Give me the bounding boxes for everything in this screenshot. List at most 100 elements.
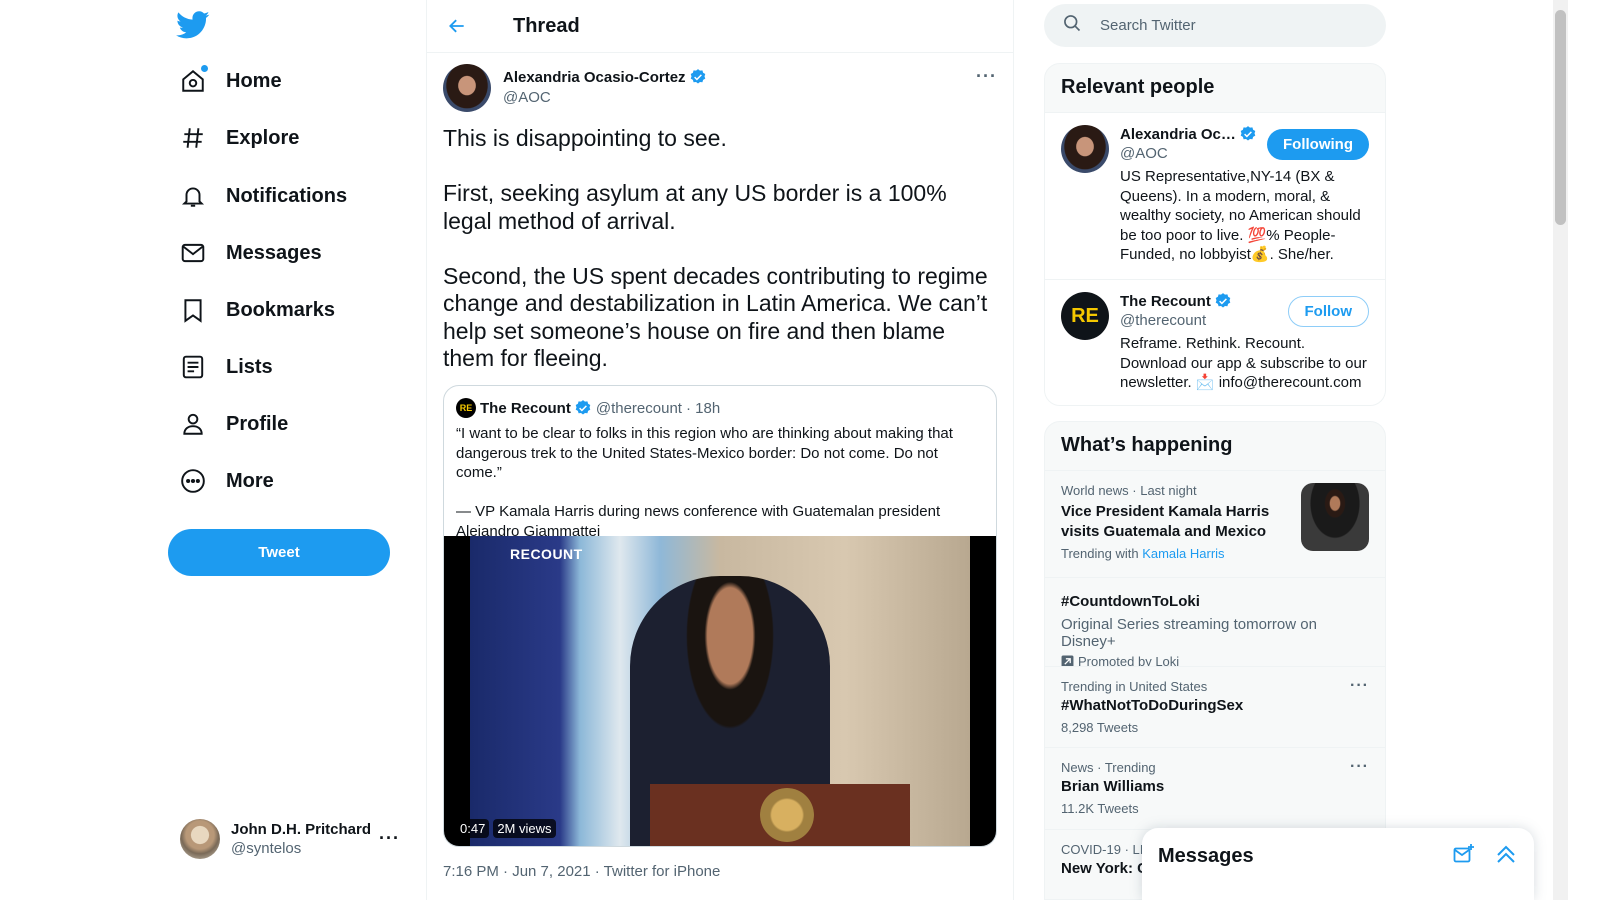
avatar: RE bbox=[456, 398, 476, 418]
video-duration: 0:47 bbox=[456, 819, 490, 838]
video-thumbnail: RECOUNT bbox=[470, 536, 970, 846]
person-bio: Reframe. Rethink. Recount. Download our … bbox=[1120, 335, 1367, 391]
person-card[interactable]: Alexandria Oc… @AOC US Representative,NY… bbox=[1045, 112, 1385, 279]
thread-header: Thread bbox=[427, 0, 1013, 53]
scrollbar[interactable] bbox=[1553, 0, 1568, 900]
nav-label: Bookmarks bbox=[226, 298, 335, 321]
nav-label: Lists bbox=[226, 355, 273, 378]
panel-title: What’s happening bbox=[1061, 434, 1233, 456]
panel-title: Relevant people bbox=[1061, 76, 1215, 98]
trend-title: Vice President Kamala Harris visits Guat… bbox=[1061, 503, 1270, 540]
avatar bbox=[180, 819, 220, 859]
quoted-tweet[interactable]: RE The Recount @therecount · 18h “I want… bbox=[443, 385, 997, 847]
trend-item[interactable]: #CountdownToLoki Original Series streami… bbox=[1045, 577, 1385, 669]
video-views: 2M views bbox=[493, 819, 556, 838]
trend-title: #CountdownToLoki bbox=[1061, 593, 1200, 610]
twitter-bird-icon[interactable] bbox=[176, 8, 210, 42]
avatar[interactable]: RE bbox=[1061, 292, 1109, 340]
notification-dot bbox=[201, 65, 208, 72]
author-handle[interactable]: @AOC bbox=[503, 89, 707, 106]
search-bar[interactable] bbox=[1044, 4, 1386, 47]
trend-description: Original Series streaming tomorrow on Di… bbox=[1061, 616, 1317, 650]
bell-icon bbox=[180, 183, 206, 209]
video-watermark: RECOUNT bbox=[510, 546, 583, 562]
more-dots-icon[interactable]: ··· bbox=[1350, 677, 1369, 695]
person-name[interactable]: The Recount bbox=[1120, 293, 1211, 310]
trend-item[interactable]: News · Trending Brian Williams 11.2K Twe… bbox=[1045, 747, 1385, 829]
relevant-people-panel: Relevant people Alexandria Oc… @AOC US R… bbox=[1044, 63, 1386, 406]
tweet-timestamp[interactable]: 7:16 PM · Jun 7, 2021 · Twitter for iPho… bbox=[443, 863, 720, 880]
trend-thumbnail bbox=[1301, 483, 1369, 551]
person-icon bbox=[180, 411, 206, 437]
nav-bookmarks[interactable]: Bookmarks bbox=[168, 285, 347, 335]
nav-notifications[interactable]: Notifications bbox=[168, 171, 359, 221]
quote-author-handle: @therecount bbox=[595, 399, 682, 417]
scrollbar-thumb[interactable] bbox=[1555, 10, 1566, 225]
expand-chevron-icon[interactable] bbox=[1494, 842, 1518, 871]
nav-profile[interactable]: Profile bbox=[168, 399, 300, 449]
nav-explore[interactable]: Explore bbox=[168, 113, 311, 163]
trend-count: 8,298 Tweets bbox=[1061, 720, 1139, 735]
seal-emblem bbox=[760, 788, 814, 842]
follow-button[interactable]: Follow bbox=[1287, 296, 1369, 327]
search-icon bbox=[1062, 13, 1082, 38]
more-dots-icon[interactable]: ··· bbox=[976, 66, 997, 87]
tweet-author: Alexandria Ocasio-Cortez @AOC bbox=[443, 64, 707, 112]
tweet-body: This is disappointing to see. First, see… bbox=[443, 125, 999, 400]
account-display-name: John D.H. Pritchard bbox=[231, 821, 372, 838]
avatar[interactable] bbox=[443, 64, 491, 112]
tweet-paragraph: First, seeking asylum at any US border i… bbox=[443, 180, 947, 234]
quote-author-name: The Recount bbox=[480, 399, 571, 417]
drawer-title: Messages bbox=[1158, 844, 1254, 867]
page-title: Thread bbox=[513, 14, 580, 37]
video-player[interactable]: RECOUNT 0:47 2M views bbox=[444, 536, 996, 846]
quote-time: · 18h bbox=[685, 399, 721, 417]
trend-title: Brian Williams bbox=[1061, 778, 1165, 795]
account-handle: @syntelos bbox=[231, 840, 302, 857]
trend-item[interactable]: Trending in United States #WhatNotToDoDu… bbox=[1045, 666, 1385, 747]
divider bbox=[1013, 0, 1014, 900]
thread-column: Thread Alexandria Ocasio-Cortez @AOC ···… bbox=[427, 0, 1013, 900]
trend-meta: News · Trending bbox=[1061, 760, 1156, 775]
tweet-paragraph: This is disappointing to see. bbox=[443, 125, 727, 151]
hashtag-icon bbox=[180, 125, 206, 151]
author-name[interactable]: Alexandria Ocasio-Cortez bbox=[503, 69, 686, 86]
person-bio: US Representative,NY-14 (BX & Queens). I… bbox=[1120, 168, 1361, 263]
verified-badge-icon bbox=[690, 69, 705, 84]
person-card[interactable]: RE The Recount @therecount Reframe. Reth… bbox=[1045, 279, 1385, 405]
quote-paragraph: “I want to be clear to folks in this reg… bbox=[456, 425, 953, 481]
trend-link[interactable]: Kamala Harris bbox=[1142, 546, 1224, 561]
verified-badge-icon bbox=[1240, 126, 1256, 141]
left-navigation: Home Explore Notifications Messages Book… bbox=[168, 0, 426, 900]
new-message-icon[interactable] bbox=[1452, 842, 1476, 871]
tweet-paragraph: Second, the US spent decades contributin… bbox=[443, 262, 988, 372]
nav-home[interactable]: Home bbox=[168, 56, 294, 106]
search-input[interactable] bbox=[1100, 17, 1360, 34]
avatar[interactable] bbox=[1061, 125, 1109, 173]
more-circle-icon bbox=[180, 468, 206, 494]
right-sidebar: Relevant people Alexandria Oc… @AOC US R… bbox=[1044, 0, 1386, 900]
more-dots-icon[interactable]: ··· bbox=[1350, 758, 1369, 776]
messages-drawer[interactable]: Messages bbox=[1142, 828, 1534, 900]
nav-more[interactable]: More bbox=[168, 456, 286, 506]
following-button[interactable]: Following bbox=[1267, 129, 1369, 160]
nav-messages[interactable]: Messages bbox=[168, 228, 334, 278]
trend-title: #WhatNotToDoDuringSex bbox=[1061, 697, 1244, 714]
trend-meta: Trending in United States bbox=[1061, 679, 1208, 694]
verified-badge-icon bbox=[575, 400, 591, 415]
nav-label: Messages bbox=[226, 241, 322, 264]
home-icon bbox=[180, 65, 208, 94]
list-icon bbox=[180, 354, 206, 380]
nav-label: Home bbox=[226, 69, 282, 92]
nav-label: Notifications bbox=[226, 184, 348, 207]
trend-sub-label: Trending with bbox=[1061, 546, 1139, 561]
account-switcher[interactable]: John D.H. Pritchard @syntelos ··· bbox=[168, 808, 414, 870]
tweet-button[interactable]: Tweet bbox=[168, 529, 390, 576]
back-arrow-icon[interactable] bbox=[443, 12, 471, 40]
more-dots-icon[interactable]: ··· bbox=[379, 828, 400, 849]
trend-item[interactable]: World news · Last night Vice President K… bbox=[1045, 470, 1385, 577]
person-name[interactable]: Alexandria Oc… bbox=[1120, 126, 1236, 143]
bookmark-icon bbox=[180, 297, 206, 323]
nav-lists[interactable]: Lists bbox=[168, 342, 285, 392]
nav-label: More bbox=[226, 469, 274, 492]
